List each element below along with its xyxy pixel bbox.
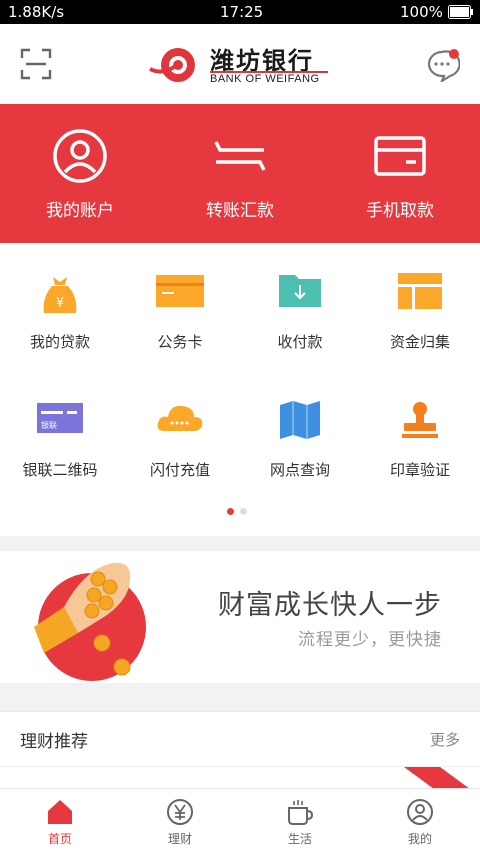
page-indicator [0,508,480,516]
service-unionpay-qr[interactable]: 银联 银联二维码 [0,371,120,499]
stamp-icon [402,402,438,438]
recommend-header: 理财推荐 更多 [0,711,480,766]
unionpay-badge: 银联 [41,420,57,430]
service-receive-pay[interactable]: 收付款 [240,243,360,371]
svg-text:¥: ¥ [56,296,64,311]
promo-banner[interactable]: 财富成长快人一步 流程更少，更快捷 [0,551,480,683]
service-seal-verify[interactable]: 印章验证 [360,371,480,499]
recommend-list-peek [0,766,480,789]
service-fund-collect[interactable]: 资金归集 [360,243,480,371]
cloud-pay-icon [157,405,203,431]
service-label: 收付款 [277,333,323,351]
scan-icon[interactable] [20,48,52,80]
logo-english: BANK OF WEIFANG [210,73,320,85]
message-icon[interactable] [426,48,460,82]
card-icon [374,136,426,176]
tab-life[interactable]: 生活 [240,789,360,854]
service-label: 公务卡 [157,333,203,351]
tab-label: 理财 [167,832,192,846]
bank-logo: 潍坊银行 BANK OF WEIFANG [148,41,338,89]
transfer-label: 转账汇款 [206,201,274,221]
my-account-label: 我的账户 [46,201,114,221]
tab-label: 我的 [407,832,432,846]
my-account-button[interactable]: 我的账户 [0,104,160,243]
page-dot-active[interactable] [227,508,234,515]
tab-label: 生活 [287,832,312,846]
fund-collect-icon [398,273,442,309]
page-dot[interactable] [240,508,247,515]
service-label: 网点查询 [269,461,330,479]
logo-mark-icon [149,48,195,82]
official-card-icon [156,275,204,307]
app-header: 潍坊银行 BANK OF WEIFANG [0,24,480,104]
service-branch-search[interactable]: 网点查询 [240,371,360,499]
yen-circle-icon [167,799,193,825]
status-bar: 1.88K/s 17:25 100% [0,0,480,24]
mobile-withdraw-label: 手机取款 [366,201,434,221]
battery-icon [448,5,473,19]
transfer-button[interactable]: 转账汇款 [160,104,320,243]
service-quickpass-topup[interactable]: 闪付充值 [120,371,240,499]
service-label: 资金归集 [389,333,450,351]
money-bag-icon: ¥ [43,277,77,313]
clock: 17:25 [220,3,264,21]
coffee-cup-icon [288,800,314,825]
service-label: 银联二维码 [22,461,98,479]
service-label: 闪付充值 [149,461,210,479]
more-link[interactable]: 更多 [430,729,460,750]
mobile-withdraw-button[interactable]: 手机取款 [320,104,480,243]
signal-speed: 1.88K/s [8,3,65,21]
tab-wealth[interactable]: 理财 [120,789,240,854]
service-label: 我的贷款 [29,333,90,351]
unionpay-card-icon: 银联 [37,403,83,433]
user-circle-icon [53,129,107,183]
tab-label: 首页 [47,832,72,846]
tab-home[interactable]: 首页 [0,789,120,854]
primary-actions: 我的账户 转账汇款 手机取款 [0,104,480,243]
service-grid: ¥ 我的贷款 公务卡 收付款 资金归集 银联 银联二维码 闪付充值 网点查询 印… [0,243,480,536]
map-icon [280,401,320,439]
service-my-loan[interactable]: ¥ 我的贷款 [0,243,120,371]
battery-level: 100% [400,3,443,21]
banner-title: 财富成长快人一步 [218,590,442,621]
service-label: 印章验证 [389,461,450,479]
service-official-card[interactable]: 公务卡 [120,243,240,371]
transfer-arrows-icon [214,141,266,171]
banner-subtitle: 流程更少，更快捷 [298,630,442,650]
home-icon [48,800,72,824]
bottom-tab-bar: 首页 理财 生活 我的 [0,788,480,854]
corner-ribbon [404,767,470,789]
profile-icon [407,799,433,825]
wealth-growth-illustration [34,562,146,681]
folder-download-icon [279,275,321,307]
recommend-title: 理财推荐 [20,732,88,752]
tab-mine[interactable]: 我的 [360,789,480,854]
